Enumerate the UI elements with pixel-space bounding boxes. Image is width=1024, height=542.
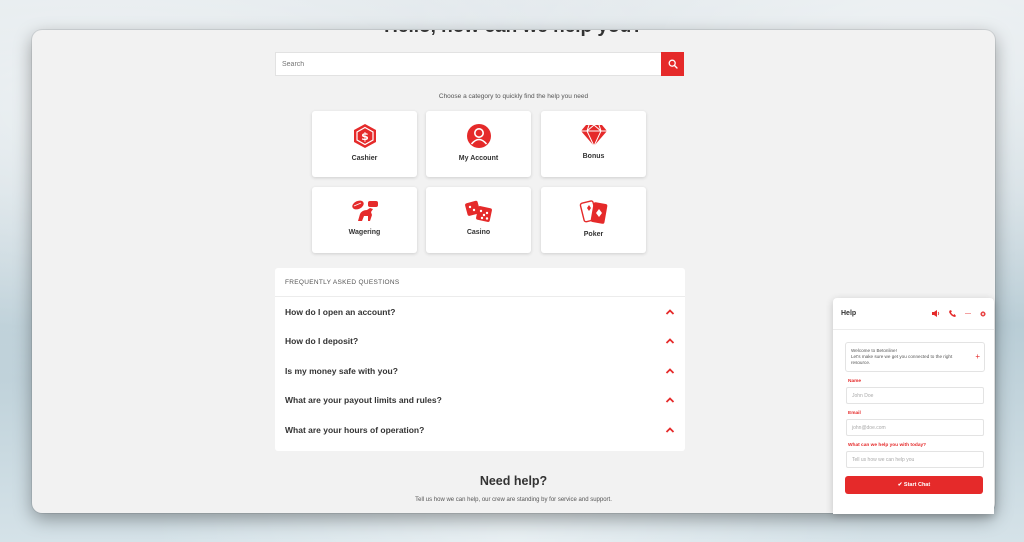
chat-header: Help —: [833, 298, 994, 330]
playing-cards-icon: [579, 200, 607, 224]
category-cashier[interactable]: $ Cashier: [312, 111, 417, 177]
chat-toolbar: —: [932, 310, 986, 317]
sports-horse-icon: [351, 200, 378, 221]
dice-icon: [464, 200, 492, 222]
category-label: My Account: [458, 155, 499, 162]
category-my-account[interactable]: My Account: [426, 111, 531, 177]
search-icon: [668, 59, 678, 69]
faq-panel: FREQUENTLY ASKED QUESTIONS How do I open…: [275, 268, 685, 451]
chat-welcome-message: Welcome to Betonline! Let's make sure we…: [845, 342, 985, 372]
category-casino[interactable]: Casino: [426, 187, 531, 253]
name-label: Name: [848, 379, 862, 384]
category-bonus[interactable]: Bonus: [541, 111, 646, 177]
category-label: Wagering: [348, 229, 381, 236]
start-chat-button[interactable]: ✔ Start Chat: [845, 476, 983, 494]
category-label: Casino: [466, 229, 491, 236]
email-field[interactable]: john@doe.com: [846, 419, 984, 436]
faq-item[interactable]: What are your hours of operation?: [275, 415, 685, 445]
phone-icon[interactable]: [949, 310, 956, 317]
minimize-icon[interactable]: —: [965, 311, 971, 317]
faq-item[interactable]: What are your payout limits and rules?: [275, 386, 685, 416]
diamond-icon: [580, 124, 607, 147]
category-wagering[interactable]: Wagering: [312, 187, 417, 253]
cashier-dollar-icon: $: [353, 124, 376, 148]
chevron-up-icon: [665, 367, 675, 374]
welcome-line: Let's make sure we get you connected to …: [851, 353, 953, 365]
chat-title: Help: [841, 310, 857, 317]
search-button[interactable]: [661, 52, 684, 76]
chevron-up-icon: [665, 308, 675, 315]
faq-question: How do I open an account?: [285, 306, 396, 317]
close-icon[interactable]: [980, 311, 986, 317]
category-label: Poker: [583, 231, 604, 238]
name-field[interactable]: John Doe: [846, 387, 984, 404]
question-field[interactable]: Tell us how we can help you: [846, 451, 984, 468]
category-label: Cashier: [351, 155, 378, 162]
faq-question: What are your payout limits and rules?: [285, 395, 442, 406]
category-prompt: Choose a category to quickly find the he…: [438, 93, 589, 100]
faq-question: How do I deposit?: [285, 336, 359, 347]
help-chat-widget: Help — Welcome to Betonline! Let's make …: [833, 298, 994, 514]
category-poker[interactable]: Poker: [541, 187, 646, 253]
chevron-up-icon: [665, 338, 675, 344]
chevron-up-icon: [665, 426, 675, 433]
question-label: What can we help you with today?: [848, 443, 927, 448]
svg-text:$: $: [361, 130, 369, 143]
category-label: Bonus: [582, 153, 605, 160]
faq-item[interactable]: How do I deposit?: [275, 327, 685, 357]
search-input[interactable]: [276, 53, 661, 75]
page-title: Hello, how can we help you?: [32, 30, 995, 38]
chevron-up-icon: [665, 397, 675, 403]
faq-item[interactable]: How do I open an account?: [275, 297, 685, 327]
sound-icon[interactable]: [932, 310, 940, 317]
faq-question: Is my money safe with you?: [285, 365, 398, 376]
faq-item[interactable]: Is my money safe with you?: [275, 356, 685, 386]
faq-title: FREQUENTLY ASKED QUESTIONS: [275, 268, 685, 297]
plus-icon[interactable]: +: [975, 352, 980, 362]
user-account-icon: [466, 124, 491, 148]
email-label: Email: [848, 411, 861, 416]
search-bar: [275, 52, 684, 76]
faq-question: What are your hours of operation?: [285, 424, 425, 435]
